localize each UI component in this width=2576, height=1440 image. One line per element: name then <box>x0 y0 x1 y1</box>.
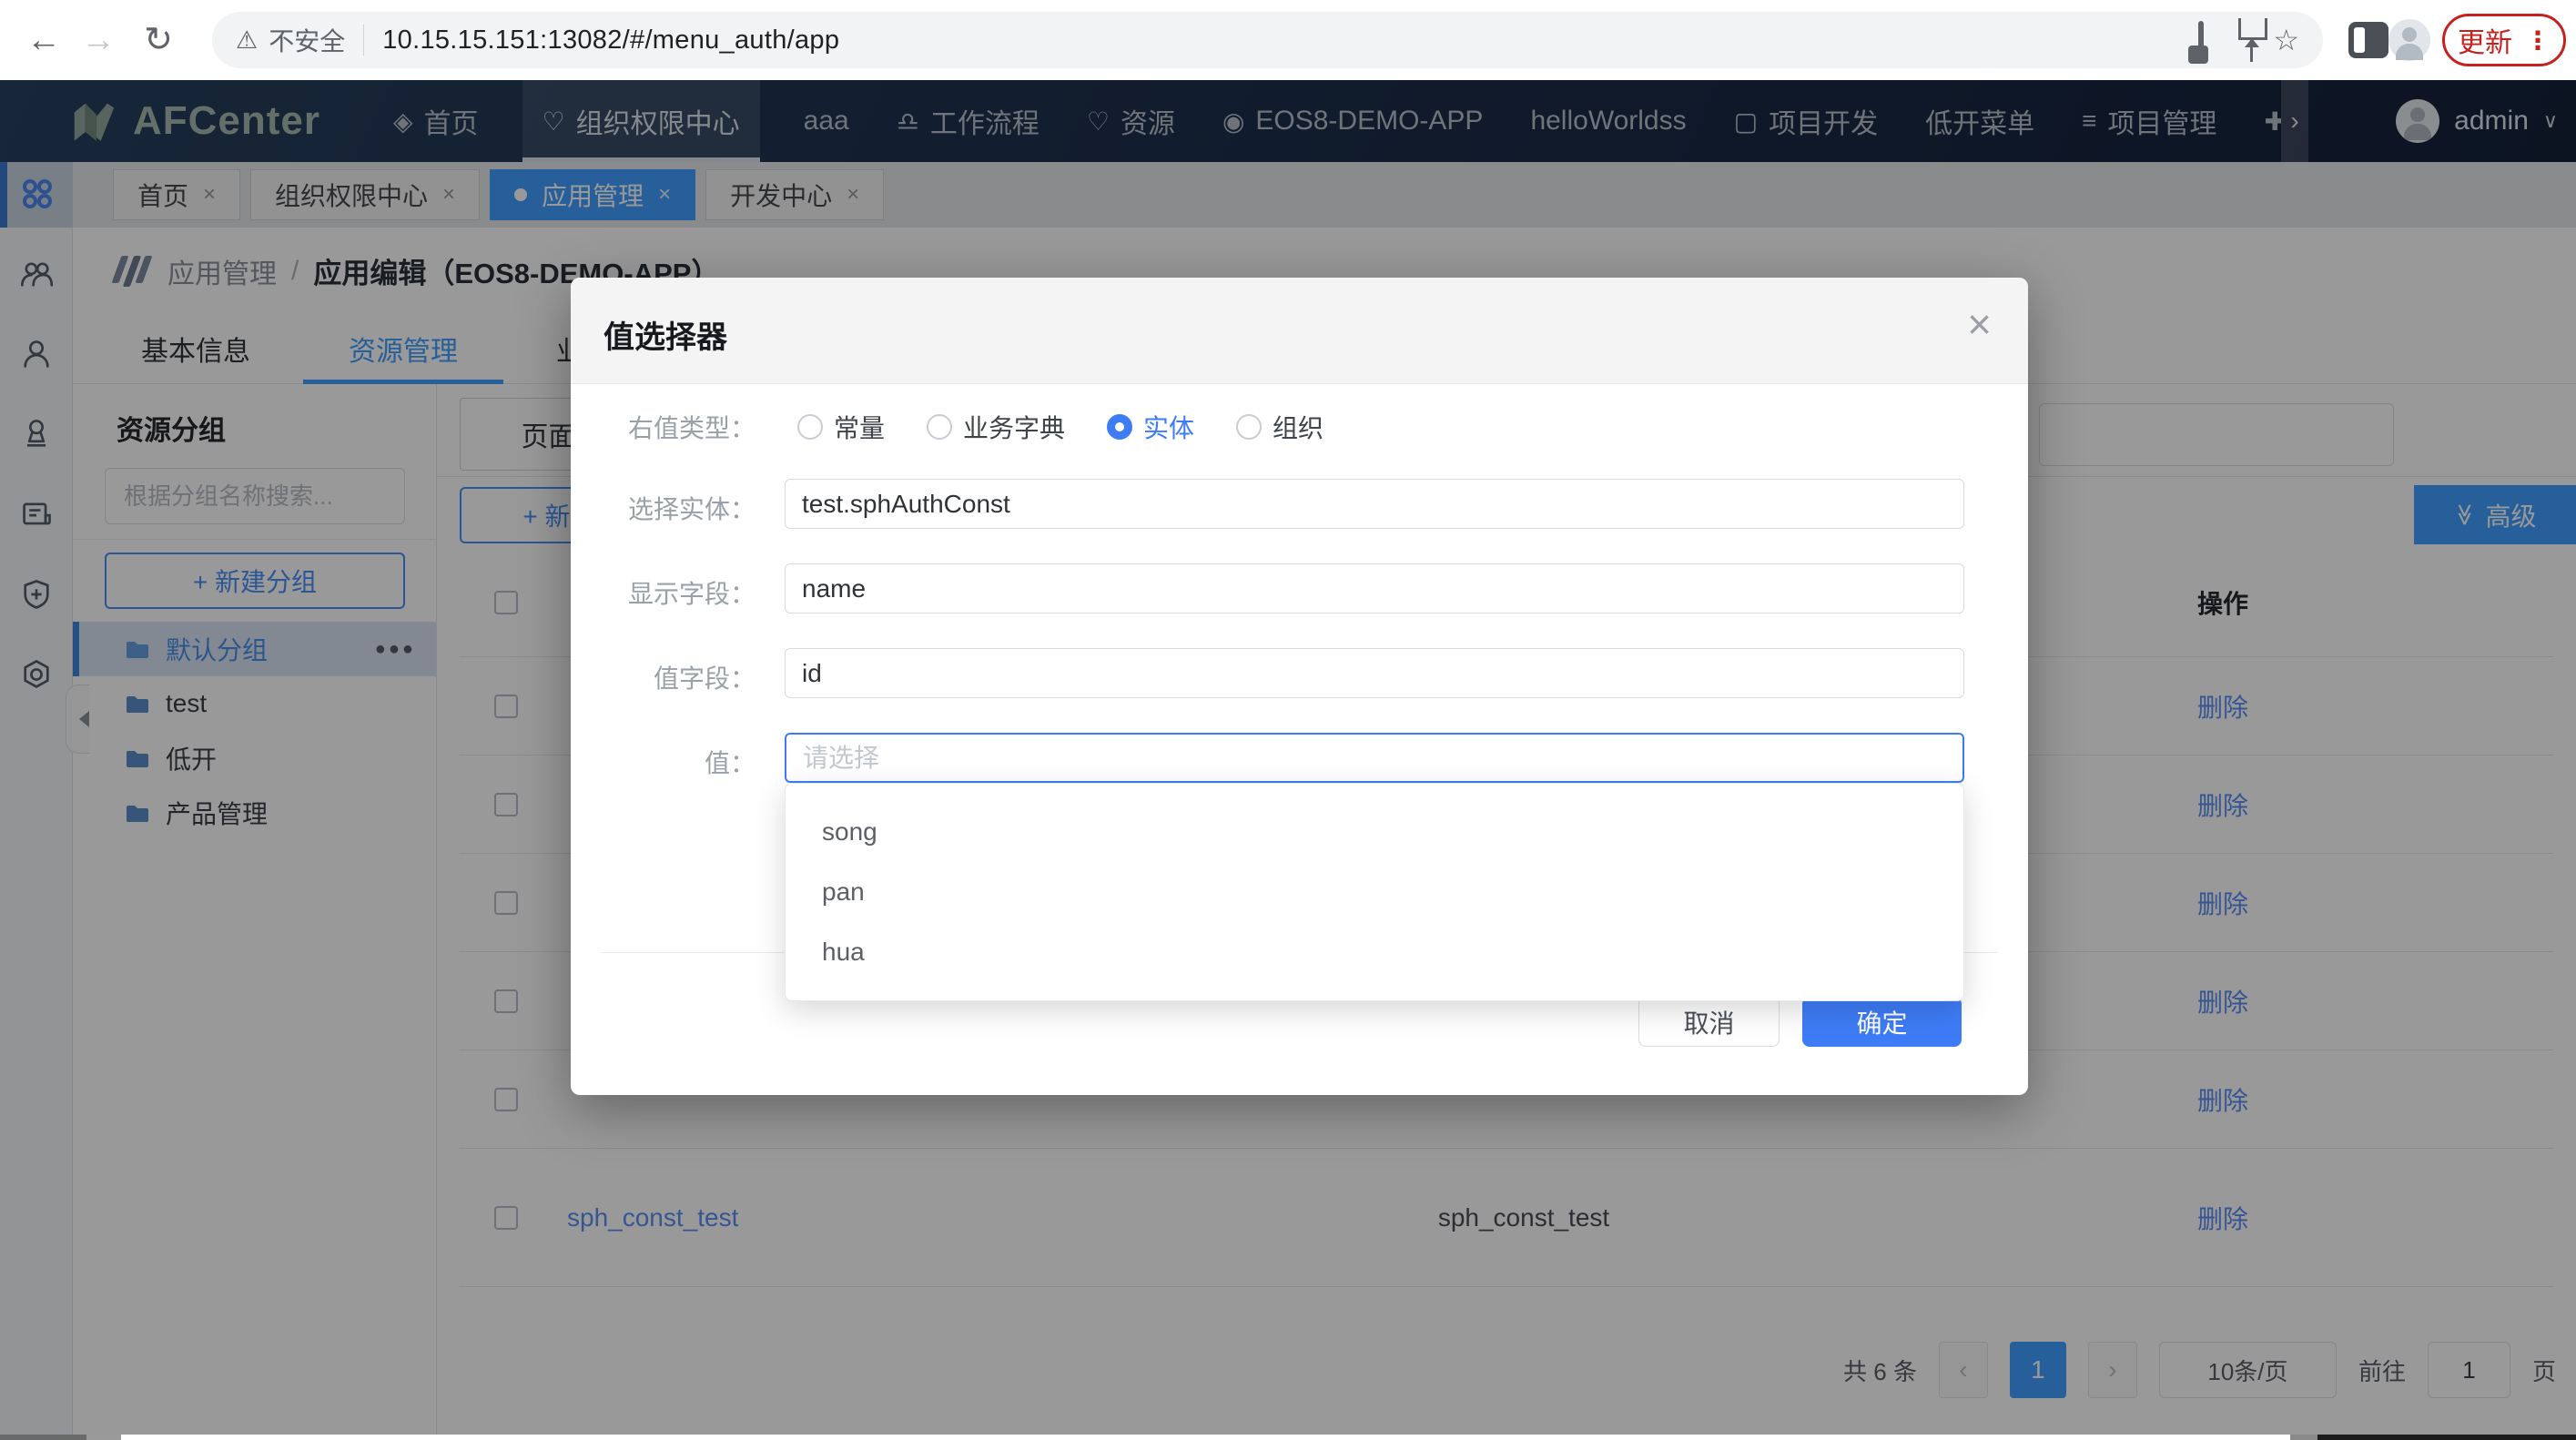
dropdown-option-song[interactable]: song <box>786 802 1963 862</box>
modal-title: 值选择器 <box>603 312 727 357</box>
radio-entity[interactable]: 实体 <box>1107 409 1194 445</box>
modal-header: 值选择器 × <box>571 278 2028 384</box>
value-select-input[interactable] <box>785 733 1964 783</box>
close-icon[interactable]: × <box>1967 303 1992 345</box>
browser-chrome: ← → ↻ ⚠ 不安全 10.15.15.151:13082/#/menu_au… <box>0 0 2576 80</box>
security-label: 不安全 <box>269 22 345 58</box>
radio-organization[interactable]: 组织 <box>1236 409 1323 445</box>
radio-icon <box>1107 414 1132 440</box>
dropdown-option-hua[interactable]: hua <box>786 922 1963 982</box>
url-text[interactable]: 10.15.15.151:13082/#/menu_auth/app <box>382 25 2164 56</box>
radio-icon <box>927 414 952 440</box>
app-root: AFCenter ◈首页 ♡组织权限中心 aaa ♎工作流程 ♡资源 ◉EOS8… <box>0 80 2576 1440</box>
browser-update-button[interactable]: 更新 ⋮ <box>2442 14 2566 66</box>
radio-constant[interactable]: 常量 <box>797 409 885 445</box>
entity-input[interactable] <box>785 479 1964 529</box>
browser-menu-icon[interactable]: ⋮ <box>2525 25 2551 56</box>
bookmark-star-icon[interactable]: ☆ <box>2273 23 2299 57</box>
address-bar[interactable]: ⚠ 不安全 10.15.15.151:13082/#/menu_auth/app… <box>212 12 2323 68</box>
radio-icon <box>1236 414 1262 440</box>
value-dropdown: song pan hua <box>785 783 1964 1001</box>
radio-business-dict[interactable]: 业务字典 <box>927 409 1065 445</box>
forward-icon[interactable]: → <box>75 16 122 64</box>
back-icon[interactable]: ← <box>20 16 67 64</box>
bottom-scrollbar[interactable] <box>0 1435 2576 1440</box>
browser-profile-avatar[interactable] <box>2388 19 2430 61</box>
radio-icon <box>797 414 823 440</box>
reload-icon[interactable]: ↻ <box>135 16 182 64</box>
translate-icon[interactable] <box>2198 24 2204 57</box>
sidebar-toggle-icon[interactable] <box>2348 22 2388 58</box>
right-value-type-row: 右值类型： 常量 业务字典 实体 组织 <box>571 404 2028 450</box>
cancel-button[interactable]: 取消 <box>1638 997 1780 1047</box>
display-field-input[interactable] <box>785 563 1964 614</box>
not-secure-icon: ⚠ <box>236 26 258 55</box>
value-field-input[interactable] <box>785 648 1964 698</box>
dropdown-option-pan[interactable]: pan <box>786 862 1963 922</box>
confirm-button[interactable]: 确定 <box>1802 997 1962 1047</box>
